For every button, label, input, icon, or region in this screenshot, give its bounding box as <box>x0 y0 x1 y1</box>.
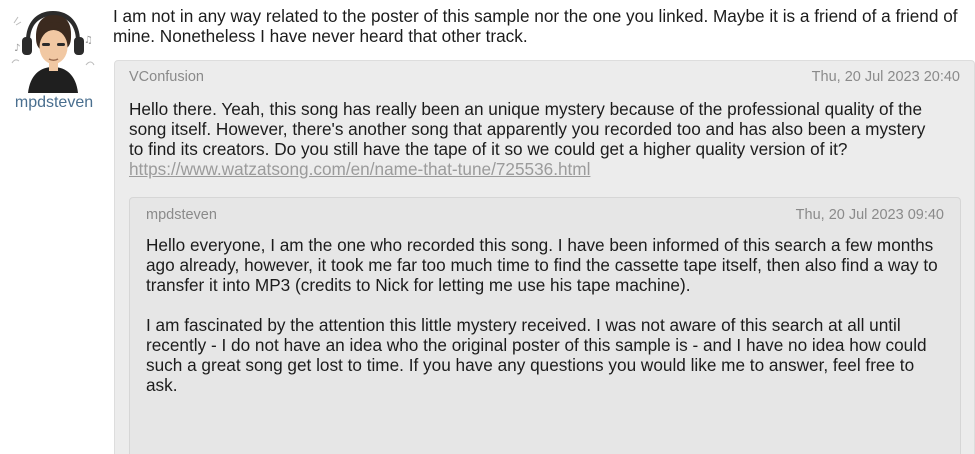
post-body: I am not in any way related to the poste… <box>113 0 975 454</box>
quote-date: Thu, 20 Jul 2023 20:40 <box>811 69 960 85</box>
reply-text: I am not in any way related to the poste… <box>113 6 958 46</box>
nested-quote-author[interactable]: mpdsteven <box>146 207 217 223</box>
quote-link[interactable]: https://www.watzatsong.com/en/name-that-… <box>129 159 590 179</box>
author-username[interactable]: mpdsteven <box>6 94 102 112</box>
nested-quote-body: Hello everyone, I am the one who recorde… <box>146 235 946 395</box>
quoted-comment: VConfusion Thu, 20 Jul 2023 20:40 Hello … <box>114 60 975 454</box>
quote-body: Hello there. Yeah, this song has really … <box>129 99 939 179</box>
quote-header: VConfusion Thu, 20 Jul 2023 20:40 <box>129 69 960 87</box>
nested-quote-header: mpdsteven Thu, 20 Jul 2023 09:40 <box>146 207 944 225</box>
avatar[interactable]: ♪ ♫ <box>8 3 98 93</box>
nested-quote-paragraph: Hello everyone, I am the one who recorde… <box>146 235 938 295</box>
svg-text:♪: ♪ <box>14 43 20 54</box>
nested-quoted-comment: mpdsteven Thu, 20 Jul 2023 09:40 Hello e… <box>129 197 961 454</box>
comment-post: ♪ ♫ mpdsteven I am not in any way relate… <box>0 0 975 454</box>
quote-author[interactable]: VConfusion <box>129 69 204 85</box>
nested-quote-paragraph: I am fascinated by the attention this li… <box>146 315 927 395</box>
quote-text: Hello there. Yeah, this song has really … <box>129 99 926 159</box>
svg-text:♫: ♫ <box>84 35 93 46</box>
nested-quote-date: Thu, 20 Jul 2023 09:40 <box>795 207 944 223</box>
